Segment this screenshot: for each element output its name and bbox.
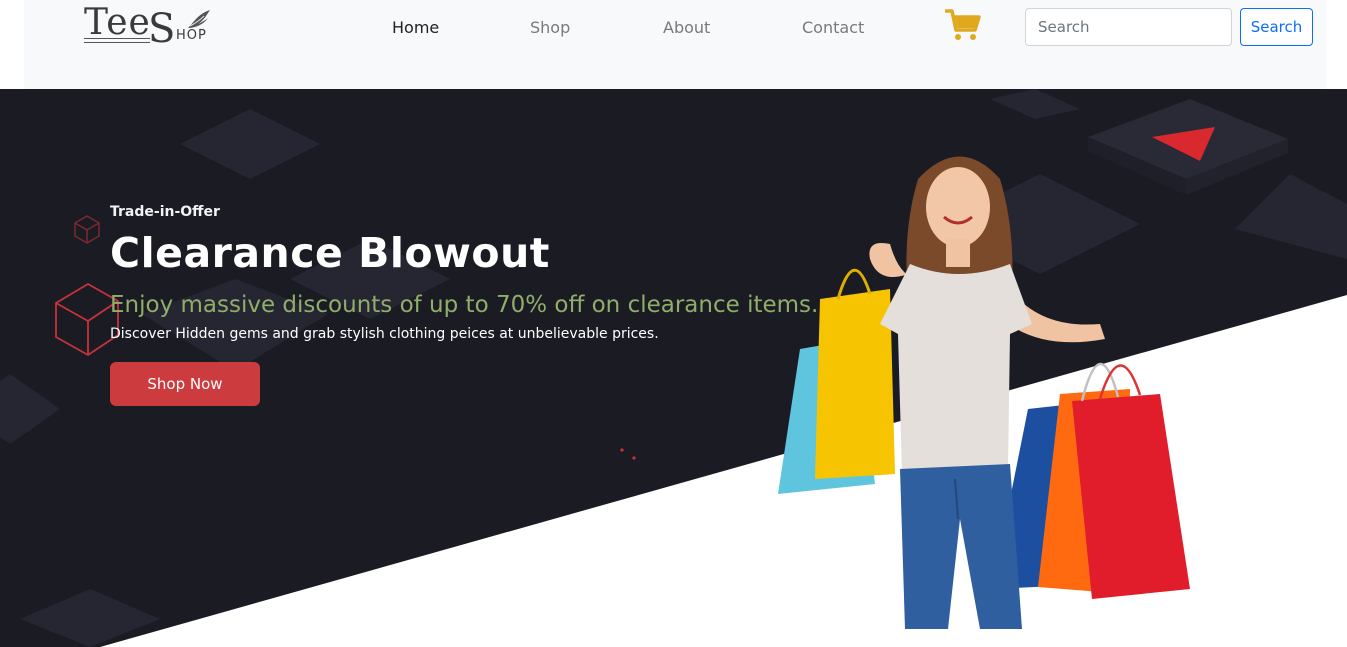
hero-shopper-image	[778, 156, 1190, 629]
shopping-cart-icon[interactable]	[945, 8, 981, 42]
brand-name-s: S	[148, 6, 176, 52]
hero-description: Discover Hidden gems and grab stylish cl…	[110, 326, 659, 342]
hero-banner: Trade-in-Offer Clearance Blowout Enjoy m…	[0, 89, 1347, 647]
brand-logo[interactable]: Tee S HOP	[84, 2, 224, 52]
logo-underline	[84, 38, 150, 43]
nav-link-contact[interactable]: Contact	[802, 18, 864, 37]
brand-name-tee: Tee	[84, 2, 151, 43]
hero-title: Clearance Blowout	[110, 229, 550, 277]
wing-icon	[188, 10, 210, 28]
shop-now-button[interactable]: Shop Now	[110, 362, 260, 406]
search-button[interactable]: Search	[1240, 8, 1313, 46]
navbar: Tee S HOP Home Shop About Contact Search	[24, 0, 1326, 89]
search-input[interactable]	[1025, 8, 1232, 46]
nav-link-about[interactable]: About	[663, 18, 710, 37]
nav-link-home[interactable]: Home	[392, 18, 439, 37]
hero-subtitle: Enjoy massive discounts of up to 70% off…	[110, 292, 819, 318]
nav-link-shop[interactable]: Shop	[530, 18, 570, 37]
hero-kicker: Trade-in-Offer	[110, 204, 220, 220]
